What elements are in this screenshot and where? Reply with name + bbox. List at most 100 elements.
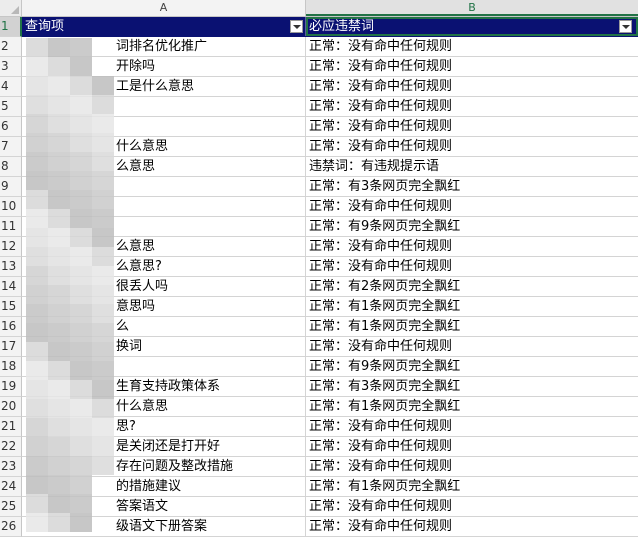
- cell-bing-check[interactable]: 正常：有9条网页完全飘红: [306, 217, 638, 236]
- cell-bing-check[interactable]: 正常：没有命中任何规则: [306, 437, 638, 456]
- row-header[interactable]: 4: [0, 77, 22, 97]
- cell-text: 开除吗: [116, 59, 156, 74]
- cell-text: 正常：有1条网页完全飘红: [309, 479, 461, 494]
- cell-text: 正常：有1条网页完全飘红: [309, 299, 461, 314]
- cell-text: 正常：没有命中任何规则: [309, 419, 453, 434]
- row-header[interactable]: 15: [0, 297, 22, 317]
- cell-text: 正常：没有命中任何规则: [309, 499, 453, 514]
- cell-text: 么意思: [116, 239, 156, 254]
- select-all-corner[interactable]: [0, 0, 22, 16]
- cell-text: 正常：没有命中任何规则: [309, 59, 453, 74]
- row-header[interactable]: 18: [0, 357, 22, 377]
- spreadsheet: A B 1 2 3 4 5 6 7 8 9 10 11 12 13 14 15 16 17 18 19 20 21 22 2…: [0, 0, 638, 537]
- row-header[interactable]: 6: [0, 117, 22, 137]
- row-header[interactable]: 8: [0, 157, 22, 177]
- cell-text: 正常：没有命中任何规则: [309, 79, 453, 94]
- cell-bing-check[interactable]: 正常：没有命中任何规则: [306, 257, 638, 276]
- cell-text: 违禁词：有违规提示语: [309, 159, 440, 174]
- row-header[interactable]: 25: [0, 497, 22, 517]
- cell-text: 级语文下册答案: [116, 519, 208, 534]
- cell-text: 存在问题及整改措施: [116, 459, 234, 474]
- cell-text: 正常：没有命中任何规则: [309, 119, 453, 134]
- column-header-a[interactable]: A: [22, 0, 306, 16]
- cell-text: 词排名优化推广: [116, 39, 208, 54]
- cell-bing-check[interactable]: 正常：没有命中任何规则: [306, 117, 638, 136]
- cell-text: 很丢人吗: [116, 279, 169, 294]
- row-header[interactable]: 17: [0, 337, 22, 357]
- row-header[interactable]: 22: [0, 437, 22, 457]
- cell-text: 正常：没有命中任何规则: [309, 199, 453, 214]
- filter-dropdown-icon[interactable]: [290, 20, 303, 33]
- row-header[interactable]: 23: [0, 457, 22, 477]
- cell-text: 思?: [116, 419, 136, 434]
- cell-text: 正常：有9条网页完全飘红: [309, 219, 461, 234]
- cell-bing-check[interactable]: 正常：有1条网页完全飘红: [306, 477, 638, 496]
- cell-bing-check[interactable]: 正常：没有命中任何规则: [306, 137, 638, 156]
- redaction-blur: [26, 38, 116, 532]
- cell-bing-check[interactable]: 正常：没有命中任何规则: [306, 517, 638, 536]
- cell-text: 生育支持政策体系: [116, 379, 221, 394]
- cell-text: 正常：没有命中任何规则: [309, 239, 453, 254]
- row-header[interactable]: 9: [0, 177, 22, 197]
- cell-bing-check[interactable]: 违禁词：有违规提示语: [306, 157, 638, 176]
- cell-bing-check[interactable]: 正常：没有命中任何规则: [306, 197, 638, 216]
- cell-text: 换词: [116, 339, 143, 354]
- row-header[interactable]: 11: [0, 217, 22, 237]
- header-cell-bing-check[interactable]: 必应违禁词: [306, 17, 638, 36]
- cell-bing-check[interactable]: 正常：没有命中任何规则: [306, 337, 638, 356]
- cell-bing-check[interactable]: 正常：有9条网页完全飘红: [306, 357, 638, 376]
- row-header[interactable]: 16: [0, 317, 22, 337]
- cell-bing-check[interactable]: 正常：有1条网页完全飘红: [306, 317, 638, 336]
- cell-text: 正常：有1条网页完全飘红: [309, 399, 461, 414]
- cell-bing-check[interactable]: 正常：没有命中任何规则: [306, 77, 638, 96]
- row-header[interactable]: 1: [0, 17, 22, 37]
- cell-bing-check[interactable]: 正常：有1条网页完全飘红: [306, 297, 638, 316]
- header-cell-query[interactable]: 查询项: [22, 17, 306, 36]
- cell-bing-check[interactable]: 正常：没有命中任何规则: [306, 97, 638, 116]
- cell-bing-check[interactable]: 正常：有2条网页完全飘红: [306, 277, 638, 296]
- row-header[interactable]: 10: [0, 197, 22, 217]
- cell-text: 正常：有1条网页完全飘红: [309, 319, 461, 334]
- cell-text: 什么意思: [116, 399, 169, 414]
- row-header[interactable]: 3: [0, 57, 22, 77]
- cell-text: 正常：没有命中任何规则: [309, 439, 453, 454]
- cell-bing-check[interactable]: 正常：没有命中任何规则: [306, 417, 638, 436]
- cell-bing-check[interactable]: 正常：没有命中任何规则: [306, 497, 638, 516]
- cell-bing-check[interactable]: 正常：有3条网页完全飘红: [306, 177, 638, 196]
- row-header[interactable]: 19: [0, 377, 22, 397]
- cell-text: 查询项: [25, 19, 65, 34]
- row-header[interactable]: 26: [0, 517, 22, 537]
- cell-bing-check[interactable]: 正常：有1条网页完全飘红: [306, 397, 638, 416]
- row-header[interactable]: 14: [0, 277, 22, 297]
- column-header-b[interactable]: B: [306, 0, 638, 16]
- row-header[interactable]: 24: [0, 477, 22, 497]
- column-header-bar: A B: [0, 0, 638, 17]
- cell-bing-check[interactable]: 正常：没有命中任何规则: [306, 57, 638, 76]
- row-header[interactable]: 7: [0, 137, 22, 157]
- row-header[interactable]: 5: [0, 97, 22, 117]
- cell-text: 正常：没有命中任何规则: [309, 459, 453, 474]
- cell-text: 正常：有3条网页完全飘红: [309, 179, 461, 194]
- filter-dropdown-icon[interactable]: [619, 20, 632, 33]
- cell-bing-check[interactable]: 正常：没有命中任何规则: [306, 457, 638, 476]
- cell-bing-check[interactable]: 正常：没有命中任何规则: [306, 237, 638, 256]
- row-header[interactable]: 12: [0, 237, 22, 257]
- cell-text: 么意思: [116, 159, 156, 174]
- cell-text: 答案语文: [116, 499, 169, 514]
- cell-text: 正常：没有命中任何规则: [309, 39, 453, 54]
- cell-text: 正常：没有命中任何规则: [309, 99, 453, 114]
- cell-bing-check[interactable]: 正常：有3条网页完全飘红: [306, 377, 638, 396]
- cell-text: 正常：没有命中任何规则: [309, 339, 453, 354]
- row-header[interactable]: 13: [0, 257, 22, 277]
- cell-text: 正常：有9条网页完全飘红: [309, 359, 461, 374]
- cell-text: 的措施建议: [116, 479, 182, 494]
- cell-text: 什么意思: [116, 139, 169, 154]
- cell-text: 么意思?: [116, 259, 162, 274]
- cell-text: 正常：没有命中任何规则: [309, 139, 453, 154]
- cell-text: 工是什么意思: [116, 79, 195, 94]
- row-header[interactable]: 2: [0, 37, 22, 57]
- row-header[interactable]: 21: [0, 417, 22, 437]
- cell-text: 正常：没有命中任何规则: [309, 519, 453, 534]
- cell-bing-check[interactable]: 正常：没有命中任何规则: [306, 37, 638, 56]
- row-header[interactable]: 20: [0, 397, 22, 417]
